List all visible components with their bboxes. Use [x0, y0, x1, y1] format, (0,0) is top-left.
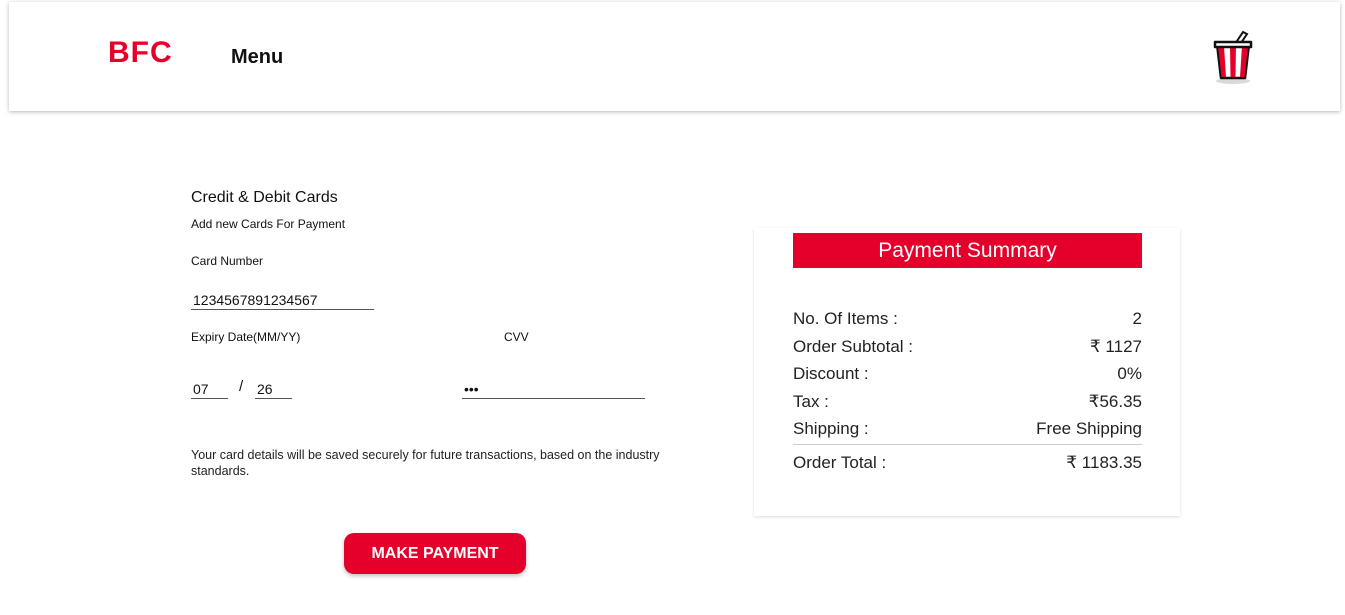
summary-row-items: No. Of Items : 2 — [793, 309, 1142, 331]
brand-logo[interactable]: BFC — [108, 38, 173, 68]
expiry-separator: / — [239, 378, 244, 395]
make-payment-button[interactable]: MAKE PAYMENT — [344, 533, 526, 574]
summary-value: 2 — [1132, 309, 1142, 328]
card-number-label: Card Number — [191, 254, 264, 268]
summary-row-tax: Tax : ₹56.35 — [793, 392, 1142, 414]
summary-row-total: Order Total : ₹ 1183.35 — [793, 453, 1142, 475]
bucket-icon[interactable] — [1205, 26, 1261, 90]
payment-summary-card: Payment Summary No. Of Items : 2 Order S… — [754, 228, 1180, 516]
cvv-input[interactable] — [462, 379, 645, 399]
summary-label: Discount : — [793, 364, 869, 383]
order-total-label: Order Total : — [793, 453, 887, 472]
summary-value: ₹ 1127 — [1089, 337, 1142, 356]
expiry-date-label: Expiry Date(MM/YY) — [191, 330, 301, 344]
summary-label: No. Of Items : — [793, 309, 898, 328]
summary-label: Shipping : — [793, 419, 869, 438]
card-number-input[interactable] — [191, 290, 374, 310]
payment-method-heading: Credit & Debit Cards — [191, 189, 338, 206]
expiry-month-input[interactable] — [191, 379, 228, 399]
cvv-label: CVV — [504, 330, 529, 344]
summary-value: Free Shipping — [1036, 419, 1142, 438]
summary-label: Order Subtotal : — [793, 337, 914, 356]
card-security-note: Your card details will be saved securely… — [191, 448, 660, 478]
menu-link[interactable]: Menu — [231, 46, 283, 69]
summary-value: ₹56.35 — [1088, 392, 1142, 411]
summary-row-subtotal: Order Subtotal : ₹ 1127 — [793, 337, 1142, 359]
order-total-value: ₹ 1183.35 — [1066, 453, 1142, 472]
summary-label: Tax : — [793, 392, 829, 411]
summary-divider — [793, 444, 1142, 445]
payment-summary-title: Payment Summary — [793, 233, 1142, 268]
summary-row-discount: Discount : 0% — [793, 364, 1142, 386]
summary-value: 0% — [1117, 364, 1142, 383]
top-navbar: BFC Menu — [9, 2, 1340, 111]
expiry-year-input[interactable] — [255, 379, 292, 399]
payment-method-subheading: Add new Cards For Payment — [191, 217, 346, 231]
summary-row-shipping: Shipping : Free Shipping — [793, 419, 1142, 441]
